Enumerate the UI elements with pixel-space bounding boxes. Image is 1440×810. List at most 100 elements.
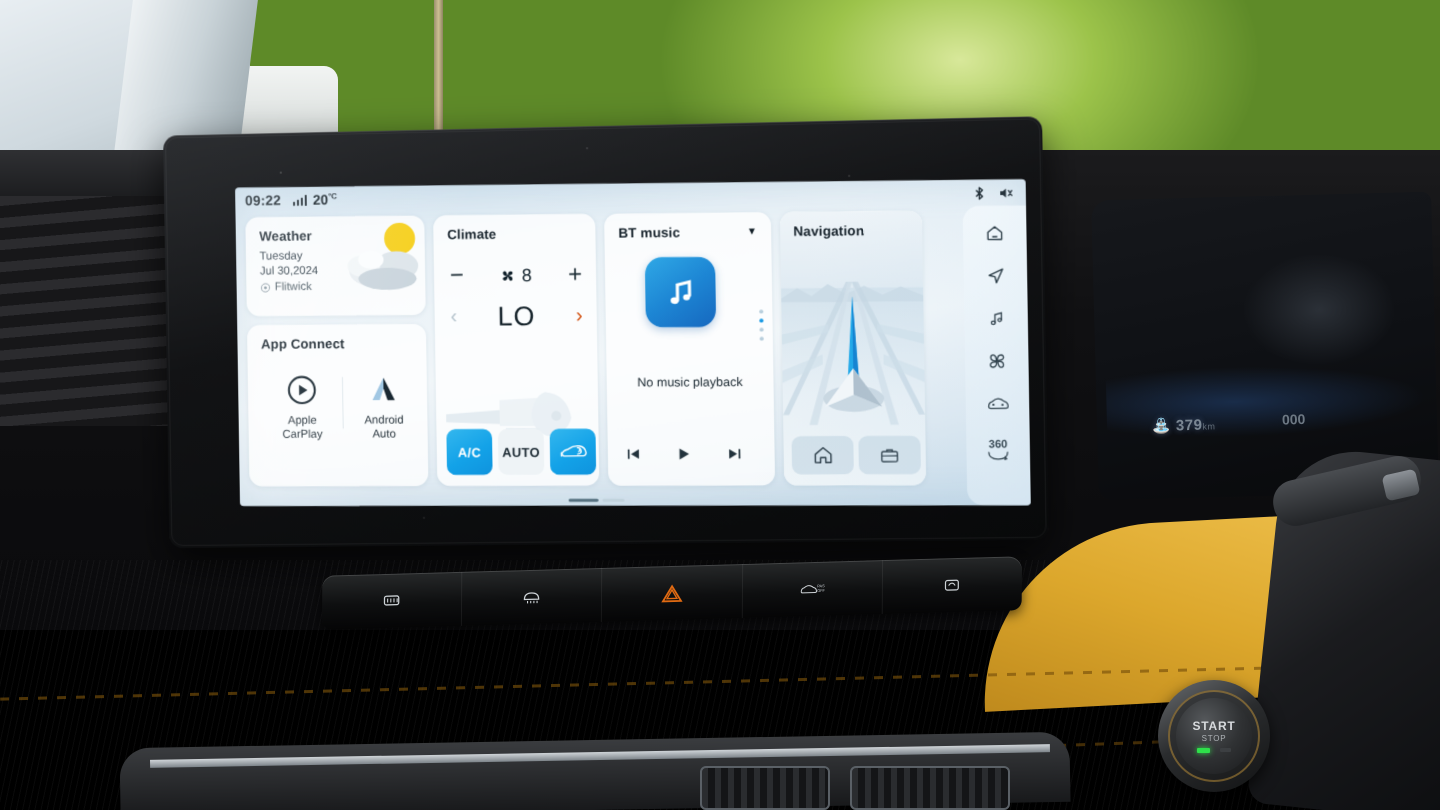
sidebar-item-vehicle[interactable] [980, 390, 1015, 416]
air-recirculation-button[interactable]: A [549, 428, 597, 475]
cluster-range: ⛲ 379km [1152, 415, 1216, 435]
music-dot [759, 327, 764, 332]
bt-music-header: BT music ▼ [618, 224, 757, 241]
sidebar-item-navigation[interactable] [978, 262, 1013, 289]
left-air-vent [0, 196, 190, 426]
fan-increase-button[interactable]: + [568, 261, 582, 288]
fan-icon [986, 350, 1008, 371]
front-defrost-icon [524, 592, 540, 604]
climate-card[interactable]: Climate − 8 + ‹ LO › A/C AUTO A [433, 213, 600, 486]
climate-title: Climate [447, 226, 497, 243]
sidebar-item-home[interactable] [977, 220, 1012, 247]
ready-led-green [1197, 748, 1210, 753]
car-interior-scene: ⛲ 379km 000 09:22 20°C Weather Tuesday J… [0, 0, 1440, 810]
skip-next-icon[interactable] [725, 444, 744, 463]
cluster-range-unit: km [1202, 421, 1216, 432]
music-status-text: No music playback [637, 375, 743, 390]
app-connect-card[interactable]: App Connect Apple CarPlay Android Auto [246, 323, 429, 487]
temp-increase-button[interactable]: › [576, 305, 583, 328]
page-dot[interactable] [602, 498, 625, 502]
paper-plane-icon [984, 265, 1006, 286]
nav-home-shortcut[interactable] [791, 435, 854, 475]
start-label: START [1192, 719, 1236, 733]
music-note-icon [986, 308, 1006, 327]
album-art [644, 256, 717, 328]
apple-carplay-label: Apple CarPlay [282, 414, 323, 442]
page-indicator [240, 498, 961, 502]
status-led-off [1220, 748, 1231, 752]
rear-defrost-icon [383, 595, 400, 606]
page-dot-active[interactable] [568, 498, 599, 502]
mute-volume-icon [1000, 185, 1014, 200]
front-defrost-button[interactable] [462, 567, 603, 626]
android-auto-button[interactable]: Android Auto [343, 373, 425, 443]
hazard-lights-button[interactable] [602, 564, 743, 622]
start-stop-face: START STOP [1176, 698, 1252, 774]
navigation-shortcuts [791, 435, 921, 475]
location-pin-icon [260, 282, 271, 293]
fuel-pump-icon: ⛲ [1151, 417, 1172, 435]
air-recirculation-icon: A [561, 445, 587, 458]
bt-music-card[interactable]: BT music ▼ No music playback [604, 212, 776, 486]
fan-speed-number: 8 [521, 264, 532, 285]
infotainment-screen[interactable]: 09:22 20°C Weather Tuesday Jul 30,2024 F… [235, 179, 1031, 507]
briefcase-icon [879, 444, 901, 465]
home-icon [984, 223, 1005, 243]
music-page-dots [759, 309, 764, 341]
music-dot [759, 309, 764, 314]
auto-button[interactable]: AUTO [497, 428, 545, 475]
fan-speed-value: 8 [500, 265, 532, 286]
widget-column-left: Weather Tuesday Jul 30,2024 Flitwick App… [245, 215, 429, 487]
fan-speed-row: − 8 + [447, 241, 596, 289]
app-connect-items: Apple CarPlay Android Auto [261, 373, 427, 443]
music-dot [759, 336, 764, 341]
sidebar-item-camera-360[interactable]: 360 [981, 432, 1016, 466]
signal-bars-icon [292, 194, 308, 206]
music-controls [608, 444, 761, 463]
skip-previous-icon[interactable] [624, 445, 643, 464]
temp-decrease-button[interactable]: ‹ [450, 306, 457, 329]
sun-behind-cloud-icon [347, 222, 419, 290]
start-stop-indicators [1197, 748, 1231, 753]
start-stop-button[interactable]: START STOP [1158, 680, 1270, 792]
play-icon[interactable] [674, 444, 693, 463]
svg-text:PAS: PAS [818, 584, 826, 588]
auto-hold-button[interactable] [883, 556, 1023, 614]
fan-icon [503, 270, 514, 281]
camera-360-icon [986, 451, 1011, 461]
cluster-range-value: 379 [1175, 416, 1203, 435]
center-vent-right [850, 766, 1010, 810]
camera-360-label: 360 [988, 438, 1008, 451]
infotainment-bezel: 09:22 20°C Weather Tuesday Jul 30,2024 F… [163, 116, 1049, 549]
car-icon [986, 394, 1010, 412]
nav-work-shortcut[interactable] [858, 435, 921, 475]
fan-decrease-button[interactable]: − [450, 262, 464, 289]
auto-hold-icon [945, 579, 960, 591]
center-vent-left [700, 766, 830, 810]
ac-button[interactable]: A/C [446, 429, 493, 476]
temperature-row: ‹ LO › [448, 287, 597, 333]
svg-text:A: A [578, 449, 583, 455]
outside-temperature: 20°C [312, 191, 338, 208]
caret-down-icon[interactable]: ▼ [747, 226, 757, 237]
parking-sensor-button[interactable]: PAS OFF [742, 560, 883, 619]
rear-defrost-button[interactable] [321, 571, 463, 630]
navigation-card[interactable]: Navigation [779, 210, 927, 486]
app-connect-title: App Connect [260, 336, 345, 352]
bluetooth-icon [971, 185, 987, 200]
apple-carplay-button[interactable]: Apple CarPlay [261, 373, 343, 442]
weather-card[interactable]: Weather Tuesday Jul 30,2024 Flitwick [245, 215, 426, 317]
parking-sensor-off-icon: PAS OFF [800, 584, 826, 594]
status-bar-icons [971, 185, 1013, 201]
android-auto-icon [372, 377, 395, 401]
home-icon [811, 444, 834, 466]
utility-pole [434, 0, 443, 150]
navigation-arrow-icon [823, 295, 885, 412]
apple-carplay-icon [285, 373, 319, 407]
sidebar-item-media[interactable] [978, 305, 1013, 332]
sidebar-item-climate[interactable] [979, 347, 1014, 373]
svg-text:OFF: OFF [817, 589, 825, 593]
stop-label: STOP [1201, 734, 1227, 743]
climate-buttons: A/C AUTO A [446, 428, 597, 476]
cluster-gauge [1242, 252, 1396, 367]
